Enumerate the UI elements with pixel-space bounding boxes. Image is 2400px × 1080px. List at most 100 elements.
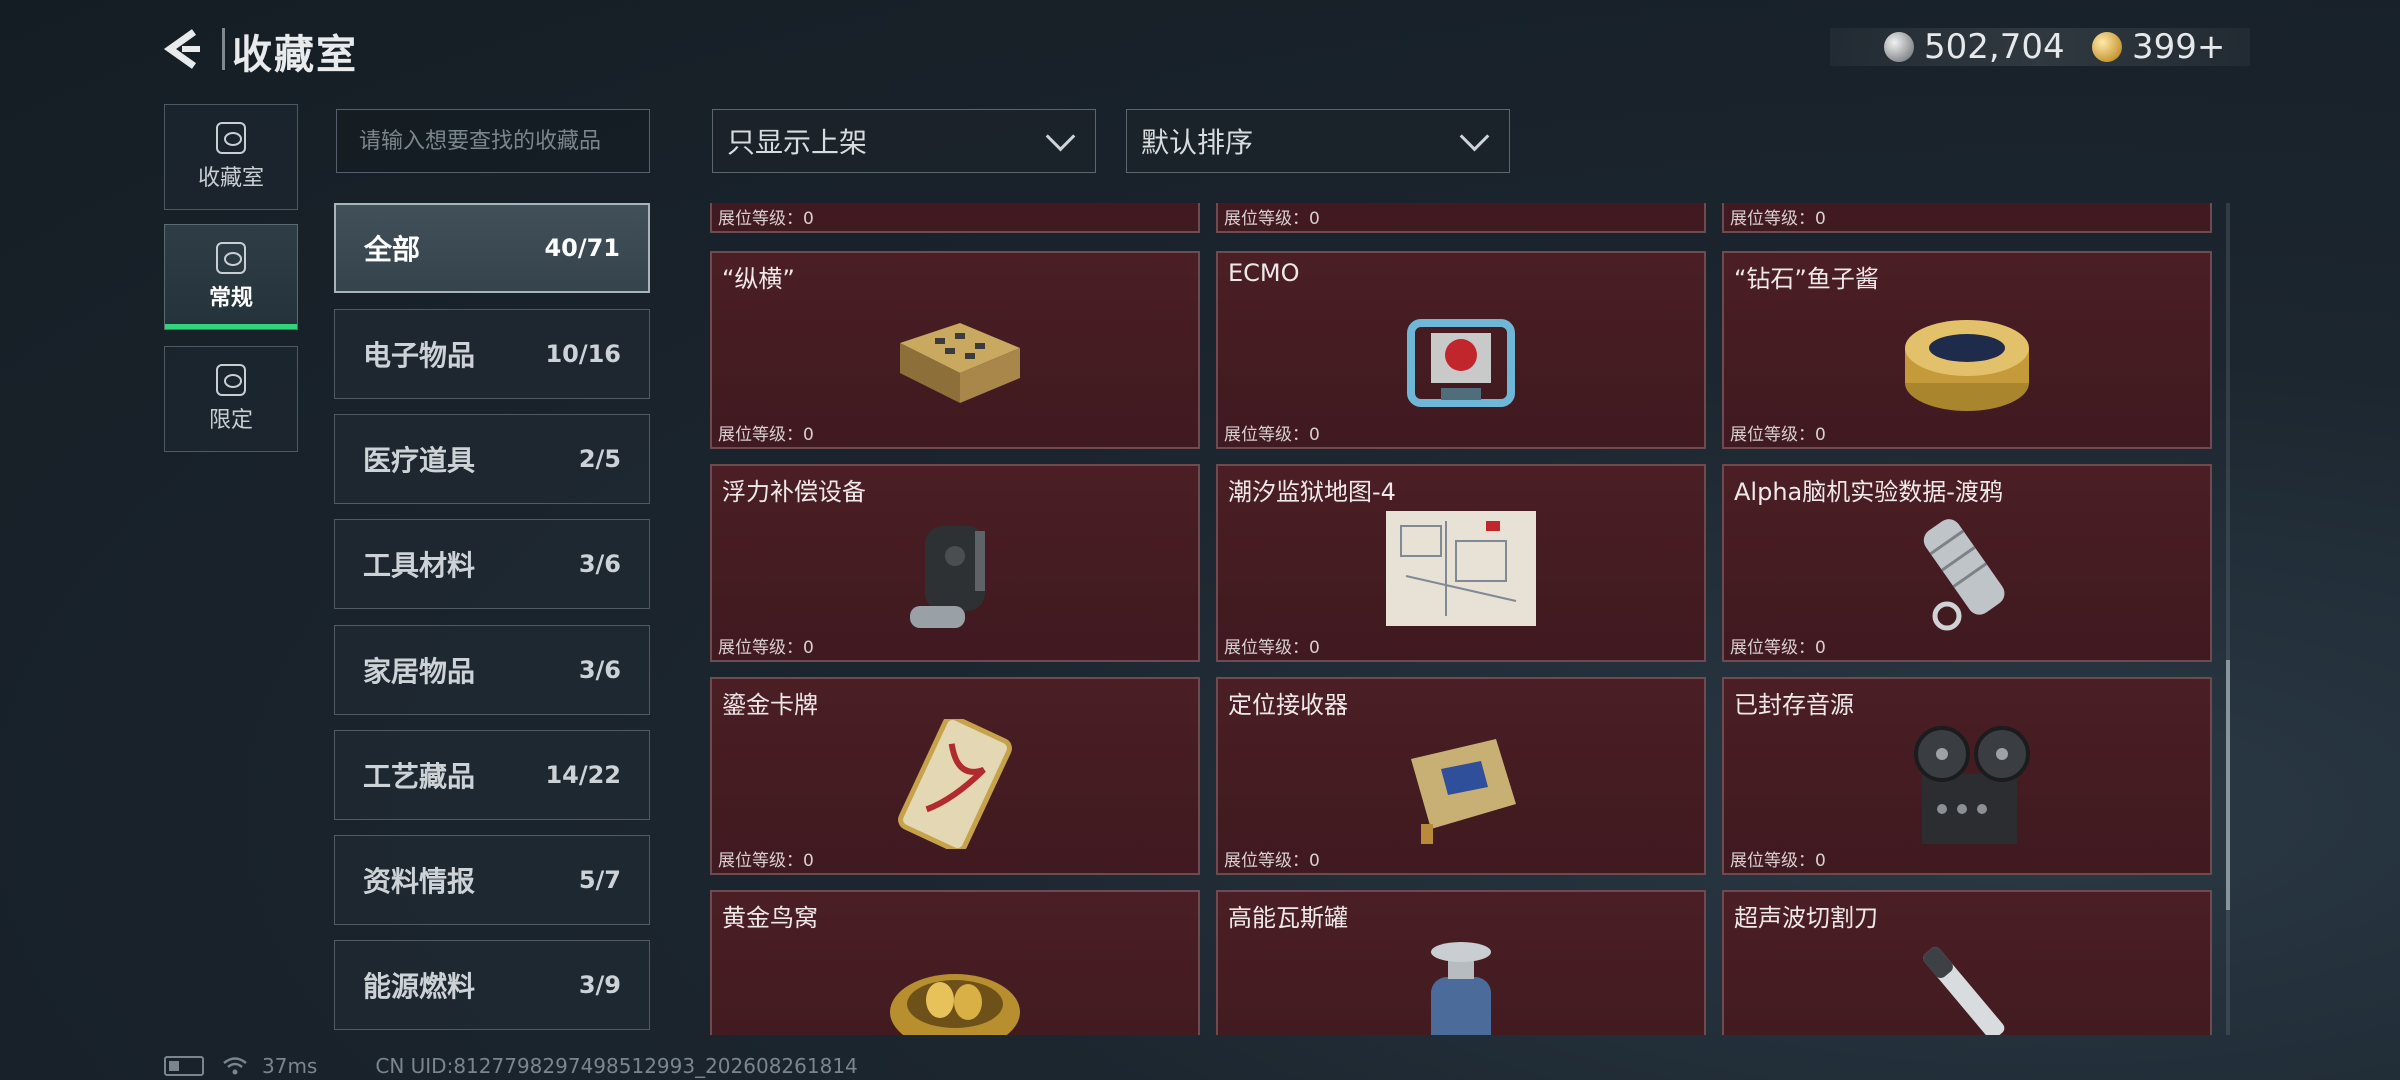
tab-label: 常规 (208, 286, 253, 311)
chevron-down-icon (1045, 121, 1076, 151)
dropdown-value: 只显示上架 (727, 126, 868, 159)
item-name: Alpha脑机实验数据-渡鸦 (1734, 478, 2003, 506)
active-tab-indicator (165, 324, 297, 329)
booth-level: 展位等级：0 (1224, 425, 1320, 445)
collection-room-icon (216, 122, 246, 154)
item-name: 定位接收器 (1228, 691, 1348, 719)
booth-level: 展位等级：0 (718, 851, 814, 871)
category-tools[interactable]: 工具材料 3/6 (334, 519, 650, 609)
category-medical[interactable]: 医疗道具 2/5 (334, 414, 650, 504)
search-input[interactable] (357, 127, 629, 155)
category-name: 能源燃料 (363, 970, 476, 1003)
receiver-icon (1411, 739, 1516, 844)
tab-label: 收藏室 (197, 166, 264, 191)
chess-box-icon (900, 323, 1020, 403)
category-count: 3/9 (578, 971, 621, 999)
booth-level: 展位等级：0 (718, 425, 814, 445)
limited-icon (216, 364, 246, 396)
item-name: 超声波切割刀 (1734, 904, 1878, 932)
grid-scrollbar-thumb[interactable] (2226, 660, 2230, 910)
tab-regular[interactable]: 常规 (164, 224, 298, 330)
item-name: 黄金鸟窝 (722, 904, 818, 932)
shelf-filter-dropdown[interactable]: 只显示上架 (712, 109, 1096, 173)
category-count: 3/6 (578, 550, 621, 578)
currency-bar: 502,704 399+ (1830, 27, 2250, 67)
ping-value: 37ms (262, 1054, 318, 1078)
category-name: 全部 (364, 233, 421, 266)
gas-canister-icon (1431, 942, 1491, 1035)
category-count: 14/22 (545, 761, 621, 789)
grid-scrollbar[interactable] (2226, 203, 2230, 1035)
item-card[interactable]: “钻石”鱼子酱 展位等级：0 (1722, 251, 2212, 449)
golden-nest-icon (890, 974, 1020, 1035)
category-name: 家居物品 (363, 655, 476, 688)
back-arrow-icon[interactable] (160, 26, 206, 72)
item-name: 高能瓦斯罐 (1228, 904, 1348, 932)
ultrasonic-knife-icon (1923, 947, 2005, 1035)
booth-level: 展位等级：0 (1730, 851, 1826, 871)
category-count: 40/71 (544, 234, 620, 262)
gilded-card-icon (898, 719, 1012, 849)
item-name: 浮力补偿设备 (722, 478, 866, 506)
tab-limited[interactable]: 限定 (164, 346, 298, 452)
booth-level: 展位等级：0 (718, 209, 814, 229)
category-name: 医疗道具 (363, 444, 476, 477)
category-name: 工具材料 (363, 549, 476, 582)
category-fuel[interactable]: 能源燃料 3/9 (334, 940, 650, 1030)
booth-level: 展位等级：0 (1730, 209, 1826, 229)
category-count: 3/6 (578, 656, 621, 684)
item-card[interactable]: 黄金鸟窝 展位等级：0 (710, 890, 1200, 1035)
item-name: 潮汐监狱地图-4 (1228, 478, 1396, 506)
map-icon (1386, 511, 1536, 626)
item-card[interactable]: 浮力补偿设备 展位等级：0 (710, 464, 1200, 662)
tab-collection-room[interactable]: 收藏室 (164, 104, 298, 210)
category-name: 电子物品 (363, 339, 476, 372)
tab-label: 限定 (208, 408, 253, 433)
category-intel[interactable]: 资料情报 5/7 (334, 835, 650, 925)
item-name: “钻石”鱼子酱 (1734, 265, 1879, 293)
category-all[interactable]: 全部 40/71 (334, 203, 650, 293)
sort-dropdown[interactable]: 默认排序 (1126, 109, 1510, 173)
status-bar: 37ms CN UID:8127798297498512993_20260826… (164, 1054, 858, 1078)
item-card[interactable]: 展位等级：0 (710, 203, 1200, 233)
ecmo-machine-icon (1407, 319, 1515, 407)
category-crafts[interactable]: 工艺藏品 14/22 (334, 730, 650, 820)
gold-coin-icon (2092, 32, 2122, 62)
booth-level: 展位等级：0 (1730, 425, 1826, 445)
item-card[interactable]: 展位等级：0 (1216, 203, 1706, 233)
chevron-down-icon (1459, 121, 1490, 151)
category-count: 5/7 (578, 866, 621, 894)
item-name: 已封存音源 (1734, 691, 1854, 719)
booth-level: 展位等级：0 (1224, 209, 1320, 229)
collection-grid[interactable]: 展位等级：0 展位等级：0 展位等级：0 “纵横” 展位等级：0 ECMO 展位… (710, 203, 2214, 1035)
booth-level: 展位等级：0 (1224, 638, 1320, 658)
silver-currency[interactable]: 502,704 (1884, 27, 2065, 67)
item-card[interactable]: 展位等级：0 (1722, 203, 2212, 233)
item-name: “纵横” (722, 265, 795, 293)
item-card[interactable]: 超声波切割刀 展位等级：0 (1722, 890, 2212, 1035)
item-name: ECMO (1228, 259, 1300, 287)
battery-icon (164, 1056, 204, 1076)
item-card[interactable]: 潮汐监狱地图-4 展位等级：0 (1216, 464, 1706, 662)
item-card[interactable]: 已封存音源 展位等级：0 (1722, 677, 2212, 875)
gold-amount: 399+ (2132, 27, 2226, 67)
category-electronics[interactable]: 电子物品 10/16 (334, 309, 650, 399)
data-canister-icon (1923, 519, 2005, 631)
item-card[interactable]: Alpha脑机实验数据-渡鸦 展位等级：0 (1722, 464, 2212, 662)
item-card[interactable]: 高能瓦斯罐 展位等级：0 (1216, 890, 1706, 1035)
item-card[interactable]: ECMO 展位等级：0 (1216, 251, 1706, 449)
silver-amount: 502,704 (1924, 27, 2065, 67)
booth-level: 展位等级：0 (1224, 851, 1320, 871)
category-household[interactable]: 家居物品 3/6 (334, 625, 650, 715)
item-card[interactable]: 鎏金卡牌 展位等级：0 (710, 677, 1200, 875)
wifi-icon (223, 1057, 247, 1075)
title-separator (222, 28, 225, 70)
category-name: 资料情报 (363, 865, 476, 898)
regular-icon (216, 242, 246, 274)
search-box[interactable] (336, 109, 650, 173)
category-name: 工艺藏品 (363, 760, 476, 793)
category-count: 10/16 (545, 340, 621, 368)
item-card[interactable]: 定位接收器 展位等级：0 (1216, 677, 1706, 875)
gold-currency[interactable]: 399+ (2092, 27, 2226, 67)
item-card[interactable]: “纵横” 展位等级：0 (710, 251, 1200, 449)
